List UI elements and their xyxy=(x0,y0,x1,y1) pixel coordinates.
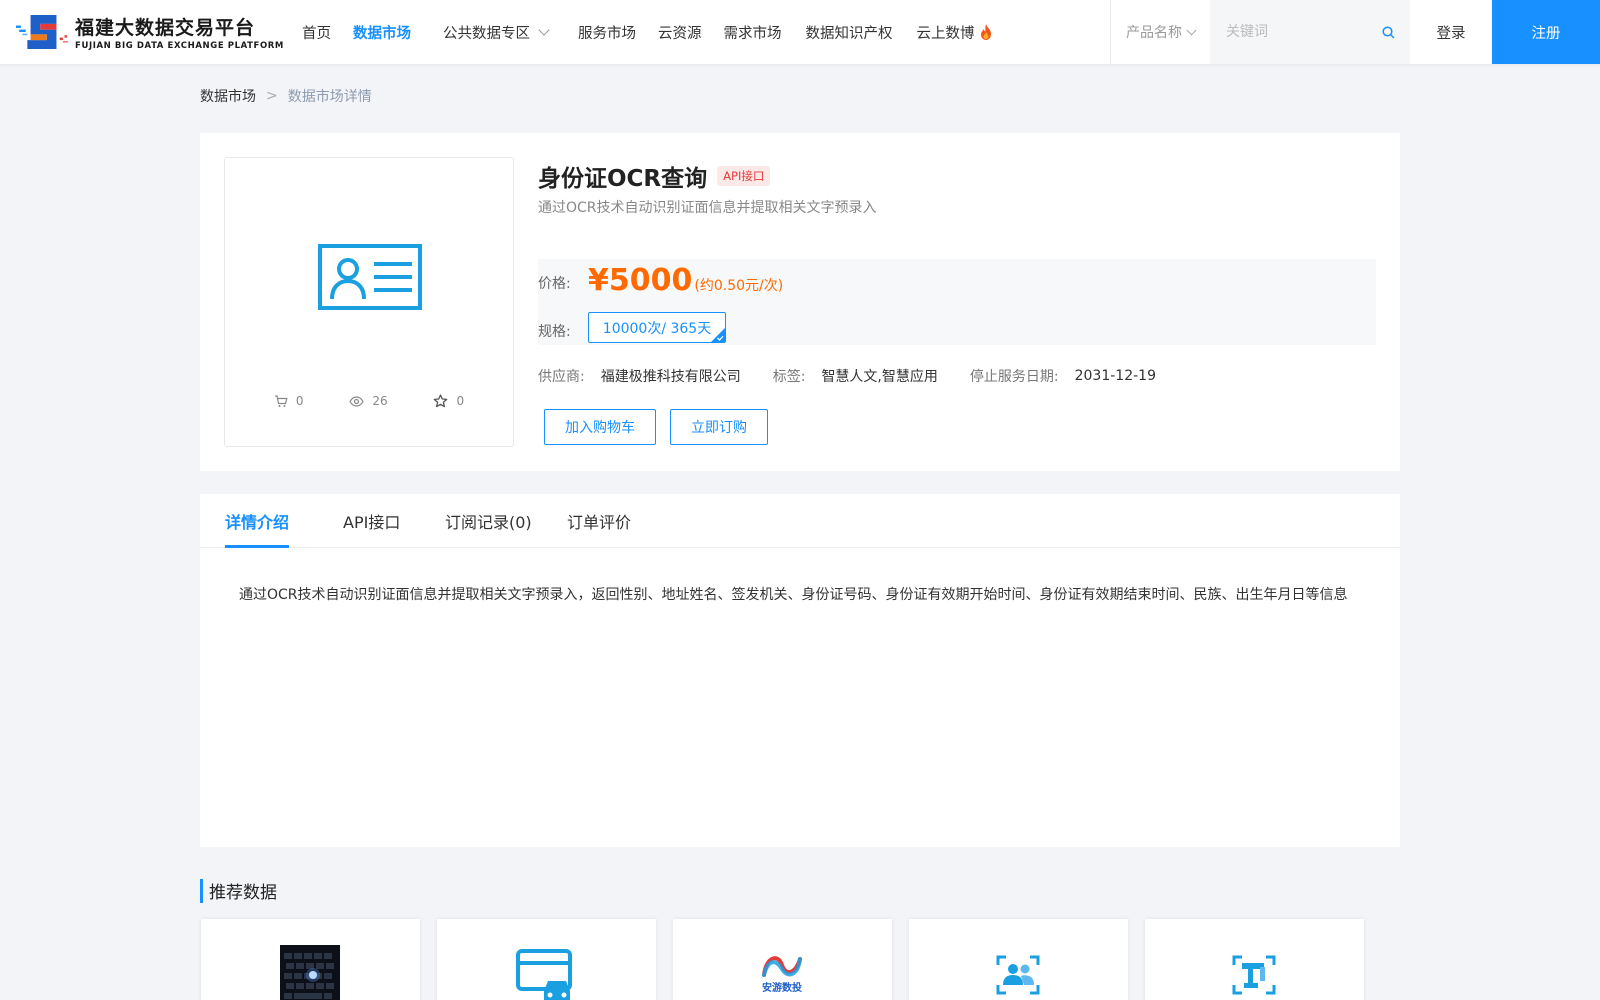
stat-views: 26 xyxy=(349,394,388,408)
tab-active-indicator xyxy=(225,545,289,548)
chevron-down-icon xyxy=(538,24,550,36)
main-nav: 首页 数据市场 公共数据专区 服务市场 云资源 需求市场 数据知识产权 云上数博 xyxy=(302,0,994,64)
id-card-icon xyxy=(318,244,422,310)
action-buttons: 加入购物车 立即订购 xyxy=(544,409,768,445)
logo-title: 福建大数据交易平台 xyxy=(75,17,256,39)
recommend-card-2[interactable] xyxy=(437,919,656,1000)
buy-now-button[interactable]: 立即订购 xyxy=(670,409,768,445)
recommend-card-3[interactable]: 安游数投 xyxy=(673,919,892,1000)
register-button[interactable]: 注册 xyxy=(1492,0,1600,64)
search-box xyxy=(1210,0,1410,64)
star-icon[interactable] xyxy=(433,394,448,408)
detail-card: 详情介绍 API接口 订阅记录(0) 订单评价 通过OCR技术自动识别证面信息并… xyxy=(200,494,1400,847)
nav-home[interactable]: 首页 xyxy=(302,22,331,43)
price-panel: 价格: ¥5000 (约0.50元/次) 规格: 10000次/ 365天 xyxy=(538,259,1376,345)
recommend-card-5[interactable] xyxy=(1145,919,1364,1000)
cart-icon xyxy=(274,394,288,407)
svg-text:安游数投: 安游数投 xyxy=(762,981,802,994)
stop-date-value: 2031-12-19 xyxy=(1074,368,1156,384)
chevron-down-icon xyxy=(1186,25,1197,35)
product-subtitle: 通过OCR技术自动识别证面信息并提取相关文字预录入 xyxy=(538,200,877,216)
robot-arm-scan-icon xyxy=(1232,955,1276,995)
breadcrumb-current: 数据市场详情 xyxy=(287,89,372,105)
product-image: 0 26 0 xyxy=(224,157,514,447)
logo-icon xyxy=(16,15,68,49)
price-note: (约0.50元/次) xyxy=(694,278,784,294)
face-scan-icon xyxy=(996,955,1040,995)
product-title-row: 身份证OCR查询 API接口 xyxy=(538,159,771,193)
section-bar xyxy=(200,878,203,903)
tab-reviews[interactable]: 订单评价 xyxy=(567,494,631,548)
search-icon[interactable] xyxy=(1382,26,1395,39)
header-divider xyxy=(1110,0,1111,64)
eye-icon xyxy=(349,395,365,407)
site-logo[interactable]: 福建大数据交易平台 FUJIAN BIG DATA EXCHANGE PLATF… xyxy=(16,9,284,55)
nav-service-market[interactable]: 服务市场 xyxy=(578,22,636,43)
breadcrumb: 数据市场 > 数据市场详情 xyxy=(200,86,372,106)
supplier-value: 福建极推科技有限公司 xyxy=(600,369,741,385)
search-input[interactable] xyxy=(1226,20,1366,44)
supplier-label: 供应商: xyxy=(538,369,585,385)
add-to-cart-button[interactable]: 加入购物车 xyxy=(544,409,656,445)
product-stats: 0 26 0 xyxy=(225,394,513,408)
detail-description: 通过OCR技术自动识别证面信息并提取相关文字预录入，返回性别、地址姓名、签发机关… xyxy=(239,587,1348,603)
nav-cloud-expo[interactable]: 云上数博 xyxy=(917,22,994,43)
tab-api[interactable]: API接口 xyxy=(343,494,400,548)
recommend-header: 推荐数据 xyxy=(200,878,277,903)
stat-favorites: 0 xyxy=(433,394,464,408)
product-meta: 供应商: 福建极推科技有限公司 标签: 智慧人文,智慧应用 停止服务日期: 20… xyxy=(538,366,1156,386)
stat-cart: 0 xyxy=(274,394,304,408)
tab-details[interactable]: 详情介绍 xyxy=(225,494,289,548)
price-label: 价格: xyxy=(538,276,571,292)
breadcrumb-separator: > xyxy=(266,88,278,104)
nav-demand-market[interactable]: 需求市场 xyxy=(724,22,782,43)
recommend-card-1[interactable] xyxy=(201,919,420,1000)
top-header: 福建大数据交易平台 FUJIAN BIG DATA EXCHANGE PLATF… xyxy=(0,0,1600,64)
fire-icon xyxy=(980,24,991,40)
nav-data-market[interactable]: 数据市场 xyxy=(353,22,411,43)
vehicle-card-icon xyxy=(516,949,572,1000)
spec-option-selected[interactable]: 10000次/ 365天 xyxy=(588,312,726,343)
nav-data-ip[interactable]: 数据知识产权 xyxy=(806,22,893,43)
logo-subtitle: FUJIAN BIG DATA EXCHANGE PLATFORM xyxy=(75,41,284,51)
company-logo-icon: 安游数投 xyxy=(762,956,802,994)
nav-cloud-resources[interactable]: 云资源 xyxy=(658,22,702,43)
search-type-select[interactable]: 产品名称 xyxy=(1126,0,1197,64)
detail-tabs: 详情介绍 API接口 订阅记录(0) 订单评价 xyxy=(200,494,1400,548)
tags-label: 标签: xyxy=(772,369,806,385)
breadcrumb-home[interactable]: 数据市场 xyxy=(200,86,256,106)
tab-subscriptions[interactable]: 订阅记录(0) xyxy=(445,494,532,548)
stop-date-label: 停止服务日期: xyxy=(969,369,1059,385)
recommend-card-4[interactable] xyxy=(909,919,1128,1000)
check-icon xyxy=(711,328,725,342)
tags-value: 智慧人文,智慧应用 xyxy=(821,369,938,385)
product-type-badge: API接口 xyxy=(717,166,771,186)
login-button[interactable]: 登录 xyxy=(1410,0,1492,64)
product-card: 0 26 0 身份证OCR查询 API接口 通过OCR技术自动识别证面信息并提取… xyxy=(200,133,1400,471)
product-title: 身份证OCR查询 xyxy=(538,166,708,192)
keyboard-photo-thumbnail xyxy=(280,945,340,1000)
nav-public-data[interactable]: 公共数据专区 xyxy=(443,22,550,43)
recommend-title: 推荐数据 xyxy=(209,883,277,903)
price-value: ¥5000 (约0.50元/次) xyxy=(588,263,784,298)
spec-label: 规格: xyxy=(538,324,571,340)
